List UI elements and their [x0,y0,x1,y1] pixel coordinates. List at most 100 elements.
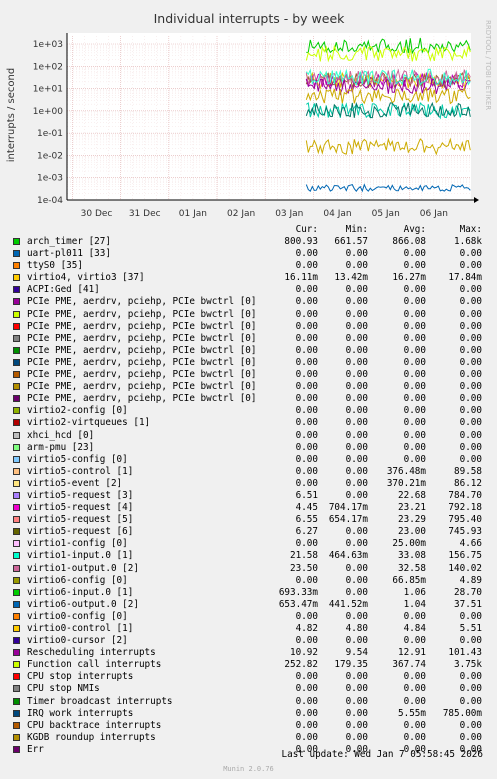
legend-series-name: ACPI:Ged [41] [27,284,100,296]
legend-min-value: 0.00 [345,635,368,647]
legend-avg-value: 22.68 [398,489,426,501]
x-tick-label: 06 Jan [420,209,448,219]
legend-series-name: PCIe PME, aerdrv, pciehp, PCIe bwctrl [0… [27,308,257,320]
legend-series-name: PCIe PME, aerdrv, pciehp, PCIe bwctrl [0… [27,320,257,332]
legend-row: PCIe PME, aerdrv, pciehp, PCIe bwctrl [0… [0,357,497,369]
legend-series-name: IRQ work interrupts [27,707,134,719]
legend-row: virtio5-config [0] 0.00 0.00 0.00 0.00 [0,454,497,466]
legend-cur-value: 0.00 [295,284,318,296]
legend-series-name: arm-pmu [23] [27,441,95,453]
legend-min-value: 0.00 [345,683,368,695]
legend-row: virtio5-event [2] 0.00 0.00 370.21m 86.12 [0,478,497,490]
legend-min-value: 0.00 [345,695,368,707]
legend-min-value: 0.00 [345,429,368,441]
legend-min-value: 0.00 [345,465,368,477]
legend-row: CPU stop NMIs 0.00 0.00 0.00 0.00 [0,683,497,695]
y-axis-label: interrupts / second [6,68,17,162]
legend-min-value: 0.00 [345,369,368,381]
legend-cur-value: 0.00 [295,671,318,683]
legend-min-value: 0.00 [345,610,368,622]
legend-max-value: 4.66 [459,538,482,550]
legend-min-value: 0.00 [345,393,368,405]
legend-max-value: 745.93 [448,526,482,538]
legend-swatch [13,745,20,753]
legend-swatch [13,576,20,584]
legend-swatch [13,673,20,681]
legend-min-value: 0.00 [345,477,368,489]
legend-series-name: virtio5-request [4] [27,502,134,514]
legend-row: arm-pmu [23] 0.00 0.00 0.00 0.00 [0,442,497,454]
legend-cur-value: 0.00 [295,344,318,356]
legend-cur-value: 0.00 [295,683,318,695]
legend-swatch [13,274,20,282]
legend-cur-value: 0.00 [295,320,318,332]
legend-min-value: 0.00 [345,707,368,719]
legend-max-value: 5.51 [459,623,482,634]
legend-series-name: PCIe PME, aerdrv, pciehp, PCIe bwctrl [0… [27,296,257,308]
legend-swatch [13,383,20,391]
legend-series-name: Err [27,743,44,755]
legend-cur-value: 0.00 [295,719,318,731]
legend-max-value: 17.84m [448,272,482,284]
legend-avg-value: 0.00 [403,308,426,320]
y-tick-label: 1e+03 [33,40,63,50]
legend-series-name: ttyS0 [35] [27,260,83,272]
legend-avg-value: 0.00 [403,260,426,272]
legend-row: PCIe PME, aerdrv, pciehp, PCIe bwctrl [0… [0,393,497,405]
legend-max-value: 0.00 [459,356,482,368]
legend-swatch [13,504,20,512]
legend-avg-value: 12.91 [398,647,426,659]
legend-swatch [13,637,20,645]
x-tick-label: 02 Jan [227,209,255,219]
legend-series-name: virtio2-virtqueues [1] [27,417,151,429]
x-tick-label: 05 Jan [372,209,400,219]
legend-max-value: 0.00 [459,308,482,320]
legend-cur-value: 800.93 [284,236,318,247]
legend-max-value: 0.00 [459,296,482,308]
legend-row: arch_timer [27] 800.93 661.57 866.08 1.68k [0,236,497,248]
legend-max-value: 0.00 [459,731,482,743]
legend-min-value: 0.00 [345,405,368,417]
legend-avg-value: 23.21 [398,502,426,514]
legend-row: IRQ work interrupts 0.00 0.00 5.55m 785.00m [0,708,497,720]
legend-row: CPU backtrace interrupts 0.00 0.00 0.00 0.00 [0,720,497,732]
legend-min-value: 0.00 [345,731,368,743]
legend-row: virtio5-request [5] 6.55 654.17m 23.29 795.4… [0,514,497,526]
legend-series-name: virtio6-input.0 [1] [27,586,134,598]
legend-series-name: arch_timer [27] [27,236,111,247]
legend-min-value: 179.35 [334,659,368,671]
legend-max-value: 0.00 [459,260,482,272]
legend-min-value: 0.00 [345,417,368,429]
legend-cur-value: 4.45 [295,502,318,514]
legend-swatch [13,625,20,632]
legend-series-name: xhci_hcd [0] [27,429,95,441]
legend-series-name: PCIe PME, aerdrv, pciehp, PCIe bwctrl [0… [27,369,257,381]
legend-row: virtio5-control [1] 0.00 0.00 376.48m 89.58 [0,466,497,478]
legend-cur-value: 0.00 [295,441,318,453]
legend-cur-value: 21.58 [290,550,318,562]
legend-series-name: virtio4, virtio3 [37] [27,272,145,284]
legend-series-name: virtio1-output.0 [2] [27,562,139,574]
legend-series-name: PCIe PME, aerdrv, pciehp, PCIe bwctrl [0… [27,381,257,393]
legend-series-name: virtio0-config [0] [27,610,128,622]
legend-avg-value: 866.08 [392,236,426,247]
x-tick-label: 30 Dec [81,209,113,219]
legend-row: virtio6-input.0 [1] 693.33m 0.00 1.06 28.70 [0,587,497,599]
legend-avg-value: 0.00 [403,405,426,417]
legend-min-value: 441.52m [328,598,368,610]
legend-row: PCIe PME, aerdrv, pciehp, PCIe bwctrl [0… [0,309,497,321]
legend-row: Timer broadcast interrupts 0.00 0.00 0.00 0.… [0,696,497,708]
legend-swatch [13,286,20,294]
legend-swatch [13,552,20,560]
munin-version: Munin 2.0.76 [223,765,274,773]
legend: arch_timer [27] 800.93 661.57 866.08 1.68k ua… [0,236,497,756]
legend-row: ACPI:Ged [41] 0.00 0.00 0.00 0.00 [0,284,497,296]
legend-avg-value: 16.27m [392,272,426,284]
legend-avg-value: 5.55m [398,707,426,719]
legend-cur-value: 653.47m [278,598,318,610]
legend-swatch [13,455,20,463]
legend-max-value: 792.18 [448,502,482,514]
legend-avg-value: 0.00 [403,671,426,683]
legend-cur-value: 252.82 [284,659,318,671]
legend-cur-value: 0.00 [295,381,318,393]
